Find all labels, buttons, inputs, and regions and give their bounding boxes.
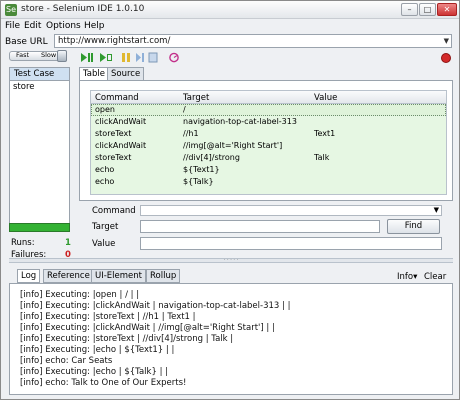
close-button[interactable]: ✕: [437, 3, 457, 16]
test-case-header: Test Case: [10, 68, 69, 81]
runs-label: Runs:: [11, 238, 35, 248]
clear-log-button[interactable]: Clear: [424, 272, 446, 282]
test-case-item[interactable]: store: [10, 81, 69, 94]
tab-log[interactable]: Log: [17, 269, 41, 283]
chevron-down-icon: ▾: [413, 272, 418, 282]
play-all-icon[interactable]: [80, 52, 94, 63]
base-url-value: http://www.rightstart.com/: [58, 36, 171, 46]
record-icon[interactable]: [441, 53, 451, 63]
tab-rollup[interactable]: Rollup: [146, 269, 181, 283]
rollup-icon[interactable]: [148, 52, 158, 63]
pause-icon[interactable]: [121, 52, 131, 63]
column-value[interactable]: Value: [314, 93, 337, 103]
log-line: [info] Executing: |clickAndWait | naviga…: [20, 301, 291, 311]
command-input[interactable]: ▼: [140, 205, 442, 216]
log-line: [info] Executing: |echo | ${Text1} | |: [20, 345, 175, 355]
command-table-panel: Command Target Value open / clickAndWait…: [79, 80, 453, 201]
column-command[interactable]: Command: [95, 93, 139, 103]
window-title: store - Selenium IDE 1.0.10: [21, 4, 145, 14]
menu-edit[interactable]: Edit: [24, 21, 41, 31]
row-command: clickAndWait: [95, 117, 147, 126]
value-label: Value: [92, 239, 116, 249]
row-target: //img[@alt='Right Start']: [183, 141, 283, 150]
log-line: [info] Executing: |echo | ${Talk} | |: [20, 367, 169, 377]
table-row[interactable]: storeText //div[4]/strong Talk: [91, 152, 446, 164]
selenium-ide-window: Se store - Selenium IDE 1.0.10 – □ ✕ Fil…: [0, 0, 460, 400]
menu-options[interactable]: Options: [46, 21, 81, 31]
target-input[interactable]: [140, 220, 380, 233]
row-command: echo: [95, 165, 115, 174]
command-label: Command: [92, 206, 136, 216]
log-line: [info] echo: Car Seats: [20, 356, 113, 366]
table-row[interactable]: storeText //h1 Text1: [91, 128, 446, 140]
chevron-down-icon[interactable]: ▼: [444, 35, 449, 47]
test-case-list: Test Case store: [9, 67, 70, 232]
tab-table[interactable]: Table: [79, 67, 109, 81]
chevron-down-icon[interactable]: ▼: [434, 206, 439, 214]
table-header: Command Target Value: [91, 91, 446, 104]
column-target[interactable]: Target: [183, 93, 209, 103]
value-input[interactable]: [140, 237, 442, 250]
panel-splitter[interactable]: · · · · ·: [9, 258, 453, 263]
table-body: open / clickAndWait navigation-top-cat-l…: [91, 104, 446, 194]
base-url-input[interactable]: http://www.rightstart.com/ ▼: [54, 34, 452, 48]
row-command: storeText: [95, 129, 132, 138]
command-table: Command Target Value open / clickAndWait…: [90, 90, 447, 195]
menu-bar: File Edit Options Help: [1, 19, 459, 33]
base-url-label: Base URL: [5, 37, 48, 47]
title-bar: Se store - Selenium IDE 1.0.10 – □ ✕: [1, 1, 459, 19]
row-target: ${Talk}: [183, 177, 214, 186]
play-current-icon[interactable]: [99, 52, 113, 63]
row-command: open: [95, 105, 115, 114]
log-panel: [info] Executing: |open | / | | [info] E…: [9, 283, 453, 395]
menu-help[interactable]: Help: [84, 21, 105, 31]
row-value: Text1: [314, 129, 336, 138]
row-target: navigation-top-cat-label-313: [183, 117, 297, 126]
maximize-button[interactable]: □: [419, 3, 436, 16]
info-label: Info: [397, 272, 414, 282]
step-icon[interactable]: [135, 52, 145, 63]
row-command: storeText: [95, 153, 132, 162]
log-line: [info] Executing: |clickAndWait | //img[…: [20, 323, 275, 333]
selenium-app-icon: Se: [5, 4, 17, 16]
schedule-icon[interactable]: [168, 52, 180, 63]
speed-fast-label: Fast: [16, 51, 30, 59]
tab-ui-element[interactable]: UI-Element: [91, 269, 146, 283]
table-row[interactable]: clickAndWait navigation-top-cat-label-31…: [91, 116, 446, 128]
find-button[interactable]: Find: [387, 219, 440, 234]
runs-count: 1: [65, 238, 71, 248]
log-line: [info] Executing: |storeText | //h1 | Te…: [20, 312, 196, 322]
log-line: [info] echo: Talk to One of Our Experts!: [20, 378, 187, 388]
row-target: //h1: [183, 129, 199, 138]
progress-bar: [9, 223, 70, 232]
row-target: //div[4]/strong: [183, 153, 240, 162]
menu-file[interactable]: File: [5, 21, 20, 31]
tab-source[interactable]: Source: [107, 67, 145, 80]
row-target: /: [183, 105, 186, 114]
log-level-dropdown[interactable]: Info▾: [397, 272, 417, 282]
row-command: clickAndWait: [95, 141, 147, 150]
speed-slow-label: Slow: [41, 51, 57, 59]
target-label: Target: [92, 222, 119, 232]
log-line: [info] Executing: |storeText | //div[4]/…: [20, 334, 234, 344]
table-row[interactable]: echo ${Text1}: [91, 164, 446, 176]
row-value: Talk: [314, 153, 330, 162]
tab-reference[interactable]: Reference: [43, 269, 94, 283]
table-row[interactable]: echo ${Talk}: [91, 176, 446, 188]
table-row[interactable]: open /: [91, 104, 446, 116]
row-target: ${Text1}: [183, 165, 220, 174]
row-command: echo: [95, 177, 115, 186]
table-row[interactable]: clickAndWait //img[@alt='Right Start']: [91, 140, 446, 152]
minimize-button[interactable]: –: [401, 3, 418, 16]
log-line: [info] Executing: |open | / | |: [20, 290, 140, 300]
speed-slider-thumb[interactable]: [57, 50, 67, 62]
